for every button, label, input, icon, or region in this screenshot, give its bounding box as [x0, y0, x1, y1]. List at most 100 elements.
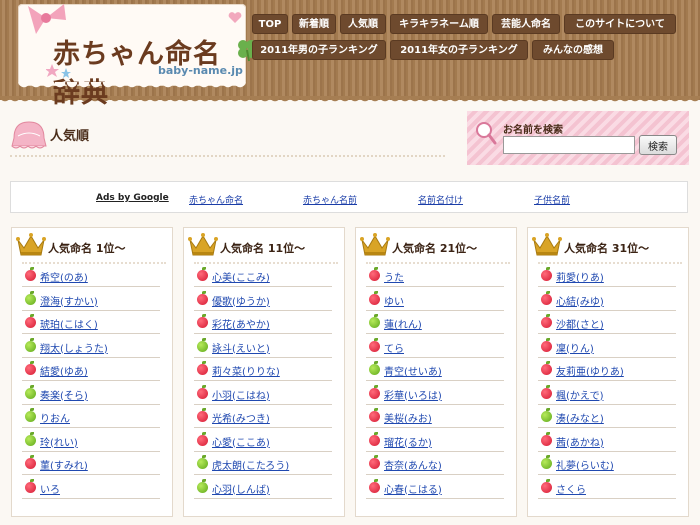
site-logo[interactable]: 赤ちゃん命名辞典 baby-name.jp [18, 4, 256, 109]
name-link[interactable]: 虎太朗(こたろう) [212, 457, 289, 472]
name-link[interactable]: 友莉亜(ゆりあ) [556, 363, 624, 378]
name-link[interactable]: 沙都(さと) [556, 316, 604, 331]
list-item[interactable]: 莉々菜(りりな) [194, 358, 332, 381]
red-apple-icon [197, 408, 208, 422]
nav-2011-girls[interactable]: 2011年女の子ランキング [390, 40, 528, 60]
list-item[interactable]: 礼夢(らいむ) [538, 452, 676, 475]
list-item[interactable]: 希空(のあ) [22, 264, 160, 287]
list-item[interactable]: てら [366, 335, 504, 358]
list-item[interactable]: りおん [22, 405, 160, 428]
name-link[interactable]: 光希(みつき) [212, 410, 270, 425]
ad-link[interactable]: 赤ちゃん命名 [189, 193, 243, 206]
list-item[interactable]: 彩花(あやか) [194, 311, 332, 334]
list-item[interactable]: 沙都(さと) [538, 311, 676, 334]
list-item[interactable]: 玲(れい) [22, 429, 160, 452]
list-item[interactable]: 楓(かえで) [538, 382, 676, 405]
list-item[interactable]: 菫(すみれ) [22, 452, 160, 475]
name-link[interactable]: 湊(みなと) [556, 410, 604, 425]
nav-new[interactable]: 新着順 [292, 14, 336, 34]
list-item[interactable]: 凜(りん) [538, 335, 676, 358]
name-link[interactable]: 心美(ここみ) [212, 269, 270, 284]
list-item[interactable]: 虎太朗(こたろう) [194, 452, 332, 475]
list-item[interactable]: 奏楽(そら) [22, 382, 160, 405]
list-item[interactable]: 杏奈(あんな) [366, 452, 504, 475]
ads-by-google-label[interactable]: Ads by Google [96, 193, 169, 203]
name-link[interactable]: 玲(れい) [40, 434, 78, 449]
list-item[interactable]: 心愛(ここあ) [194, 429, 332, 452]
name-link[interactable]: 瑠花(るか) [384, 434, 432, 449]
name-link[interactable]: さくら [556, 481, 586, 496]
search-input[interactable] [503, 136, 635, 154]
name-link[interactable]: ゆい [384, 293, 404, 308]
nav-2011-boys[interactable]: 2011年男の子ランキング [252, 40, 386, 60]
list-item[interactable]: 青空(せいあ) [366, 358, 504, 381]
name-link[interactable]: 杏奈(あんな) [384, 457, 442, 472]
name-link[interactable]: 蓮(れん) [384, 316, 422, 331]
name-link[interactable]: 茜(あかね) [556, 434, 604, 449]
list-item[interactable]: 湊(みなと) [538, 405, 676, 428]
list-item[interactable]: 琥珀(こはく) [22, 311, 160, 334]
list-item[interactable]: さくら [538, 476, 676, 499]
name-link[interactable]: 翔太(しょうた) [40, 340, 108, 355]
name-link[interactable]: 優歌(ゆうか) [212, 293, 270, 308]
list-item[interactable]: 茜(あかね) [538, 429, 676, 452]
name-link[interactable]: 美桜(みお) [384, 410, 432, 425]
nav-celebrity[interactable]: 芸能人命名 [492, 14, 560, 34]
name-link[interactable]: りおん [40, 410, 70, 425]
red-apple-icon [25, 361, 36, 375]
name-link[interactable]: 琥珀(こはく) [40, 316, 98, 331]
name-link[interactable]: 莉愛(りあ) [556, 269, 604, 284]
list-item[interactable]: ゆい [366, 288, 504, 311]
name-link[interactable]: 菫(すみれ) [40, 457, 88, 472]
list-item[interactable]: 心結(みゆ) [538, 288, 676, 311]
list-item[interactable]: 優歌(ゆうか) [194, 288, 332, 311]
list-item[interactable]: 心春(こはる) [366, 476, 504, 499]
list-item[interactable]: 彩華(いろは) [366, 382, 504, 405]
name-link[interactable]: 心春(こはる) [384, 481, 442, 496]
ad-link[interactable]: 赤ちゃん名前 [303, 193, 357, 206]
list-item[interactable]: 詠斗(えいと) [194, 335, 332, 358]
list-item[interactable]: 光希(みつき) [194, 405, 332, 428]
name-link[interactable]: 小羽(こはね) [212, 387, 270, 402]
list-item[interactable]: 小羽(こはね) [194, 382, 332, 405]
list-item[interactable]: 翔太(しょうた) [22, 335, 160, 358]
ad-link[interactable]: 子供名前 [534, 193, 570, 206]
nav-kirakira[interactable]: キラキラネーム順 [390, 14, 488, 34]
list-item[interactable]: 結愛(ゆあ) [22, 358, 160, 381]
name-link[interactable]: 莉々菜(りりな) [212, 363, 280, 378]
name-link[interactable]: 詠斗(えいと) [212, 340, 270, 355]
list-item[interactable]: 瑠花(るか) [366, 429, 504, 452]
name-link[interactable]: 心羽(しんば) [212, 481, 270, 496]
ad-link[interactable]: 名前名付け [418, 193, 463, 206]
list-item[interactable]: 莉愛(りあ) [538, 264, 676, 287]
name-link[interactable]: 希空(のあ) [40, 269, 88, 284]
list-item[interactable]: 心美(ここみ) [194, 264, 332, 287]
nav-impressions[interactable]: みんなの感想 [532, 40, 614, 60]
name-link[interactable]: 心愛(ここあ) [212, 434, 270, 449]
name-link[interactable]: 彩華(いろは) [384, 387, 442, 402]
name-link[interactable]: 結愛(ゆあ) [40, 363, 88, 378]
name-link[interactable]: 礼夢(らいむ) [556, 457, 614, 472]
name-link[interactable]: いろ [40, 481, 60, 496]
name-link[interactable]: 楓(かえで) [556, 387, 604, 402]
name-link[interactable]: うた [384, 269, 404, 284]
name-link[interactable]: 青空(せいあ) [384, 363, 442, 378]
ranking-column-title: 人気命名 31位〜 [564, 242, 650, 255]
name-link[interactable]: 心結(みゆ) [556, 293, 604, 308]
name-link[interactable]: 彩花(あやか) [212, 316, 270, 331]
list-item[interactable]: 蓮(れん) [366, 311, 504, 334]
list-item[interactable]: 友莉亜(ゆりあ) [538, 358, 676, 381]
nav-top[interactable]: TOP [252, 14, 288, 34]
list-item[interactable]: 澄海(すかい) [22, 288, 160, 311]
name-link[interactable]: てら [384, 340, 404, 355]
search-button[interactable]: 検索 [639, 135, 677, 155]
nav-about[interactable]: このサイトについて [564, 14, 676, 34]
list-item[interactable]: いろ [22, 476, 160, 499]
name-link[interactable]: 凜(りん) [556, 340, 594, 355]
list-item[interactable]: 美桜(みお) [366, 405, 504, 428]
name-link[interactable]: 澄海(すかい) [40, 293, 98, 308]
list-item[interactable]: うた [366, 264, 504, 287]
nav-popular[interactable]: 人気順 [340, 14, 386, 34]
name-link[interactable]: 奏楽(そら) [40, 387, 88, 402]
list-item[interactable]: 心羽(しんば) [194, 476, 332, 499]
